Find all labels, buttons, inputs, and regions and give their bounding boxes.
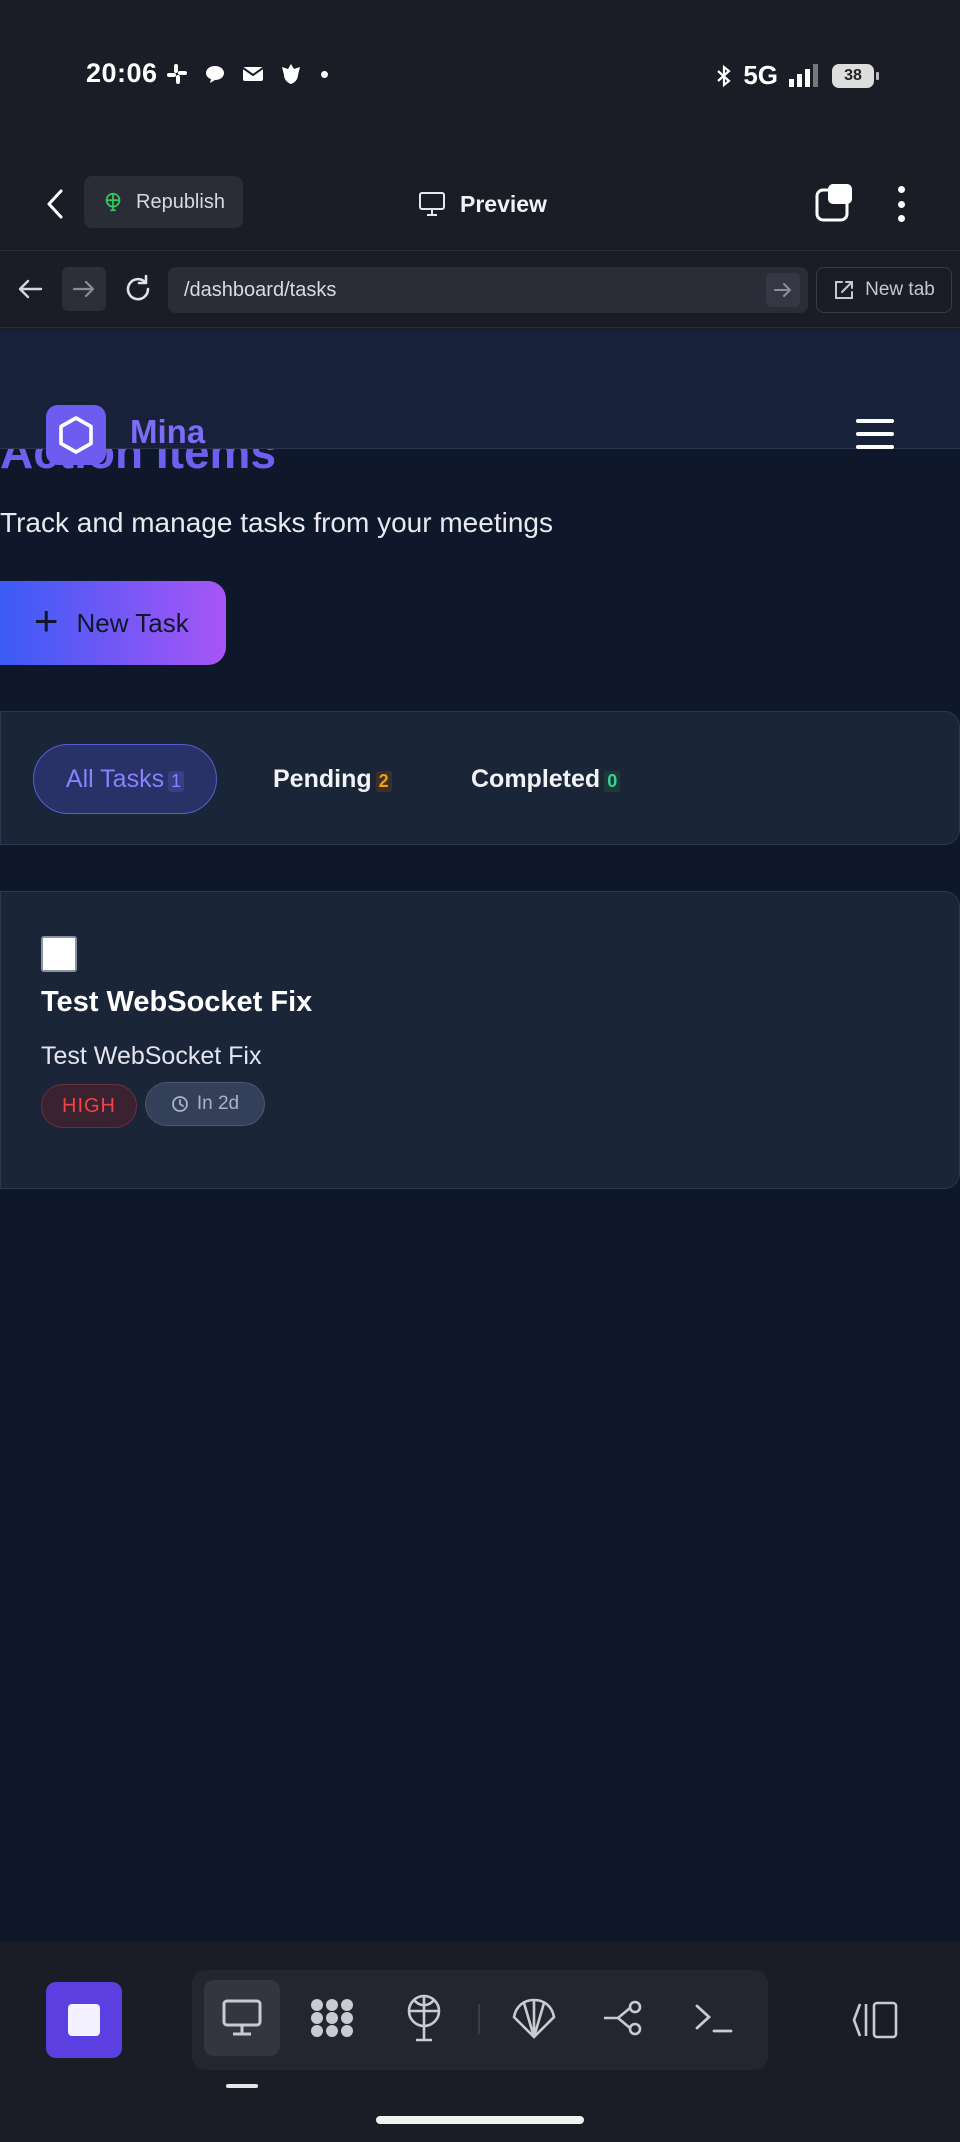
- status-bar: 20:06 5G 38: [0, 0, 960, 150]
- tabs-icon: [815, 184, 852, 222]
- new-tab-button[interactable]: New tab: [816, 267, 952, 313]
- active-tool-indicator: [226, 2084, 258, 2088]
- layout-toggle-button[interactable]: [848, 1994, 904, 2046]
- tab-all-tasks[interactable]: All Tasks 1: [33, 744, 217, 814]
- deploy-icon: [105, 192, 121, 212]
- new-task-label: New Task: [76, 607, 189, 638]
- task-complete-checkbox[interactable]: [41, 936, 77, 972]
- bank-icon: [282, 64, 300, 84]
- web-preview: Mina Action Items Track and manage tasks…: [0, 329, 960, 1942]
- tool-group: [192, 1970, 768, 2070]
- network-label: 5G: [743, 60, 778, 90]
- task-card: Test WebSocket Fix Test WebSocket Fix HI…: [0, 891, 960, 1189]
- apps-tool-button[interactable]: [294, 1980, 370, 2056]
- more-dot-icon: [897, 200, 905, 208]
- shell-icon: [512, 1998, 556, 2039]
- priority-badge: HIGH: [41, 1084, 137, 1128]
- clock-icon: [171, 1096, 188, 1112]
- tab-label: All Tasks: [65, 764, 165, 793]
- task-description: Test WebSocket Fix: [41, 1042, 262, 1070]
- preview-toggle[interactable]: Preview: [418, 182, 547, 226]
- monitor-icon: [419, 192, 445, 216]
- tab-label: Pending: [273, 764, 372, 793]
- hexagon-logo-icon: [59, 416, 93, 454]
- menu-button[interactable]: [856, 419, 894, 449]
- battery-icon: 38: [832, 63, 879, 88]
- home-indicator[interactable]: [376, 2116, 584, 2124]
- terminal-icon: [695, 2004, 733, 2033]
- task-filter-tabs: All Tasks 1 Pending 2 Completed 0: [0, 711, 960, 845]
- menu-line-icon: [856, 419, 894, 423]
- divider: [478, 2004, 480, 2034]
- split-view-icon: [852, 2001, 898, 2039]
- tab-count-badge: 0: [604, 770, 621, 792]
- page-subtitle: Track and manage tasks from your meeting…: [0, 507, 553, 538]
- task-title[interactable]: Test WebSocket Fix: [41, 986, 312, 1019]
- site-header: Mina: [0, 329, 960, 465]
- signal-icon: [789, 63, 818, 87]
- more-menu-button[interactable]: [886, 182, 916, 226]
- plus-icon: +: [34, 597, 59, 644]
- tab-count-badge: 1: [168, 770, 185, 792]
- external-link-icon: [835, 281, 854, 299]
- app-top-bar: Republish Preview: [0, 160, 960, 248]
- new-tab-label: New tab: [865, 279, 935, 300]
- notification-icons: [165, 62, 328, 86]
- shell-tool-button[interactable]: [496, 1980, 572, 2056]
- branch-icon: [604, 2000, 642, 2036]
- due-date-label: In 2d: [196, 1093, 240, 1114]
- menu-line-icon: [856, 432, 894, 436]
- menu-line-icon: [856, 445, 894, 449]
- bottom-toolbar: [0, 1942, 960, 2142]
- brand-name[interactable]: Mina: [130, 413, 205, 451]
- stop-button[interactable]: [46, 1982, 122, 2058]
- republish-button[interactable]: Republish: [84, 176, 243, 228]
- status-time: 20:06: [86, 58, 158, 88]
- system-status: 5G 38: [715, 60, 879, 91]
- chat-bubble-icon: [206, 66, 224, 83]
- reload-icon: [126, 274, 150, 301]
- stop-icon: [68, 2004, 100, 2036]
- due-date-badge: In 2d: [145, 1082, 265, 1126]
- preview-label: Preview: [460, 190, 547, 217]
- desktop-tool-button[interactable]: [204, 1980, 280, 2056]
- tab-completed[interactable]: Completed 0: [471, 744, 621, 814]
- tab-pending[interactable]: Pending 2: [273, 744, 392, 814]
- arrow-right-icon: [774, 283, 792, 297]
- arrow-left-icon: [18, 279, 43, 299]
- more-dot-icon: [321, 70, 328, 78]
- url-input[interactable]: /dashboard/tasks: [168, 267, 808, 313]
- more-dot-icon: [897, 186, 905, 193]
- reload-button[interactable]: [118, 269, 158, 309]
- terminal-tool-button[interactable]: [676, 1980, 752, 2056]
- browser-toolbar: /dashboard/tasks New tab: [0, 250, 960, 328]
- new-task-button[interactable]: + New Task: [0, 581, 226, 665]
- chevron-left-icon: [47, 189, 63, 219]
- desktop-icon: [222, 1999, 262, 2036]
- tab-label: Completed: [471, 764, 601, 793]
- tabs-button[interactable]: [814, 182, 856, 224]
- more-dot-icon: [897, 215, 905, 222]
- republish-label: Republish: [136, 190, 225, 213]
- nav-back-button[interactable]: [10, 269, 50, 309]
- mail-icon: [242, 67, 264, 81]
- apps-grid-icon: [311, 1999, 353, 2037]
- logo[interactable]: [46, 405, 106, 465]
- arrow-right-icon: [72, 280, 95, 298]
- deploy-icon: [407, 1994, 441, 2042]
- nav-forward-button[interactable]: [62, 267, 106, 311]
- url-text: /dashboard/tasks: [184, 278, 337, 301]
- tab-count-badge: 2: [375, 770, 392, 792]
- bluetooth-icon: [717, 64, 732, 87]
- back-button[interactable]: [36, 182, 74, 226]
- deploy-tool-button[interactable]: [386, 1980, 462, 2056]
- url-go-button[interactable]: [766, 273, 800, 307]
- branch-tool-button[interactable]: [586, 1980, 662, 2056]
- slack-icon: [167, 64, 187, 84]
